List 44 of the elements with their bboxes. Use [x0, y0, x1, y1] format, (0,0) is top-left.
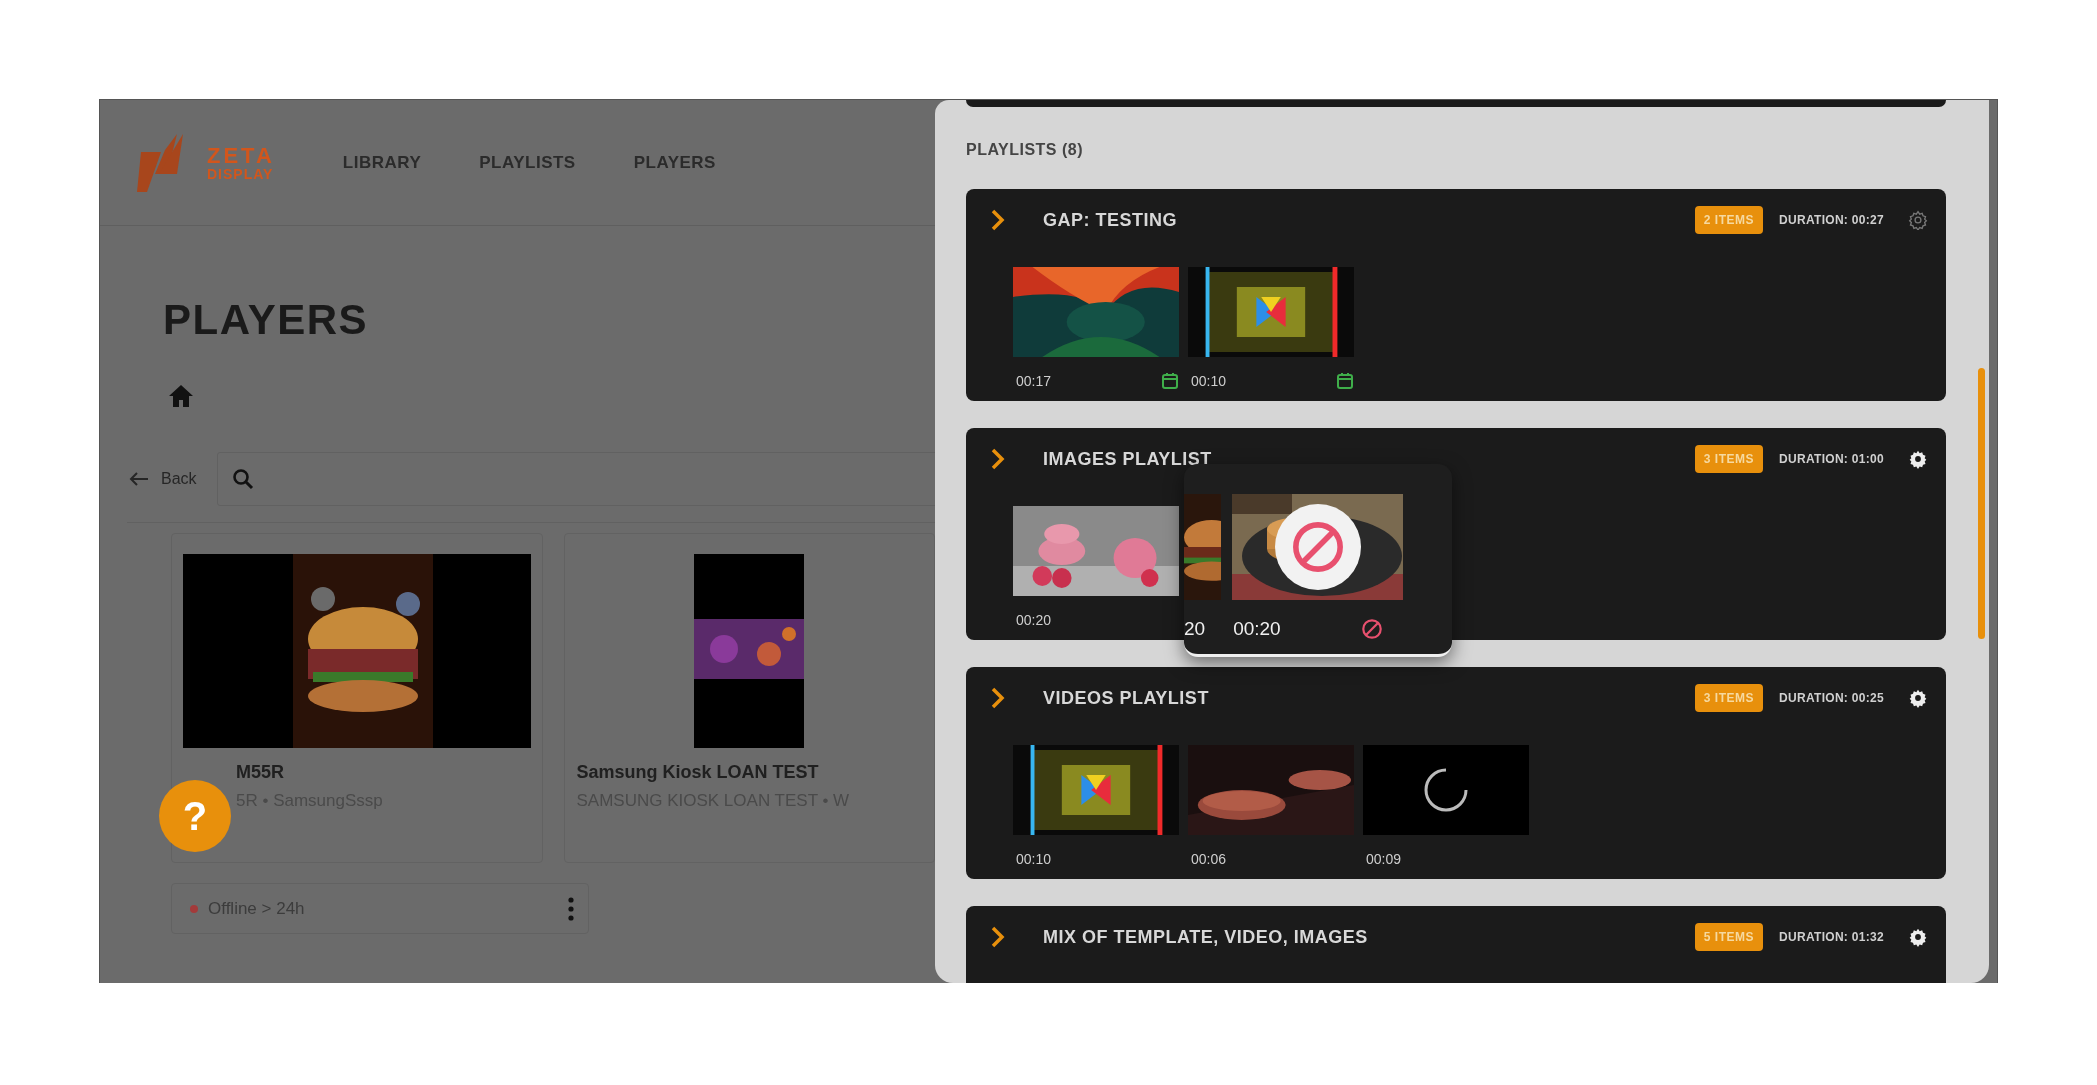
gear-icon[interactable] — [1908, 449, 1928, 469]
items-badge: 3 ITEMS — [1694, 684, 1764, 712]
logo-text: ZETA — [207, 144, 275, 167]
nav-link[interactable]: PLAYERS — [633, 152, 716, 173]
playlist-title: VIDEOS PLAYLIST — [1043, 687, 1210, 709]
gear-icon[interactable] — [1908, 927, 1928, 947]
nav-link[interactable]: LIBRARY — [342, 152, 422, 173]
item-duration: 00:10 — [1015, 851, 1052, 867]
items-badge: 5 ITEMS — [1694, 923, 1764, 951]
search-icon — [231, 468, 254, 490]
playlist-duration: DURATION: 01:00 — [1779, 452, 1884, 466]
playlist-duration: DURATION: 01:32 — [1779, 930, 1884, 944]
gear-icon[interactable] — [1908, 688, 1928, 708]
playlist-title: MIX OF TEMPLATE, VIDEO, IMAGES — [1043, 926, 1369, 948]
chevron-right-icon[interactable] — [991, 926, 1005, 948]
item-duration: 20 — [1184, 618, 1206, 640]
items-badge: 2 ITEMS — [1694, 206, 1764, 234]
item-duration: 00:20 — [1015, 612, 1052, 628]
chevron-right-icon[interactable] — [991, 448, 1005, 470]
chevron-right-icon[interactable] — [991, 209, 1005, 231]
page-title: PLAYERS — [163, 296, 370, 344]
item-duration: 00:06 — [1190, 851, 1227, 867]
search-field[interactable] — [216, 452, 935, 506]
player-name: Samsung Kiosk LOAN TEST — [576, 762, 820, 783]
playlist-duration: DURATION: 00:27 — [1779, 213, 1884, 227]
back-button[interactable]: Back — [129, 470, 197, 488]
item-duration: 00:10 — [1190, 373, 1227, 389]
items-badge: 3 ITEMS — [1694, 445, 1764, 473]
logo-subtext: DISPLAY — [207, 166, 275, 181]
help-button[interactable]: ? — [159, 780, 231, 852]
item-duration: 00:09 — [1365, 851, 1402, 867]
chevron-right-icon[interactable] — [991, 687, 1005, 709]
scrollbar-thumb[interactable] — [1978, 368, 1985, 639]
home-icon[interactable] — [168, 384, 194, 408]
arrow-left-icon — [129, 471, 149, 487]
nav-link[interactable]: PLAYLISTS — [479, 152, 576, 173]
playlist-duration: DURATION: 00:25 — [1779, 691, 1884, 705]
playlist-title: GAP: TESTING — [1043, 209, 1178, 231]
panel-title: PLAYLISTS (8) — [966, 141, 1085, 159]
playlist-title: IMAGES PLAYLIST — [1043, 448, 1213, 470]
player-name: M55R — [236, 762, 285, 783]
item-duration: 00:17 — [1015, 373, 1052, 389]
more-icon[interactable] — [568, 896, 574, 921]
item-duration: 00:20 — [1233, 618, 1281, 640]
